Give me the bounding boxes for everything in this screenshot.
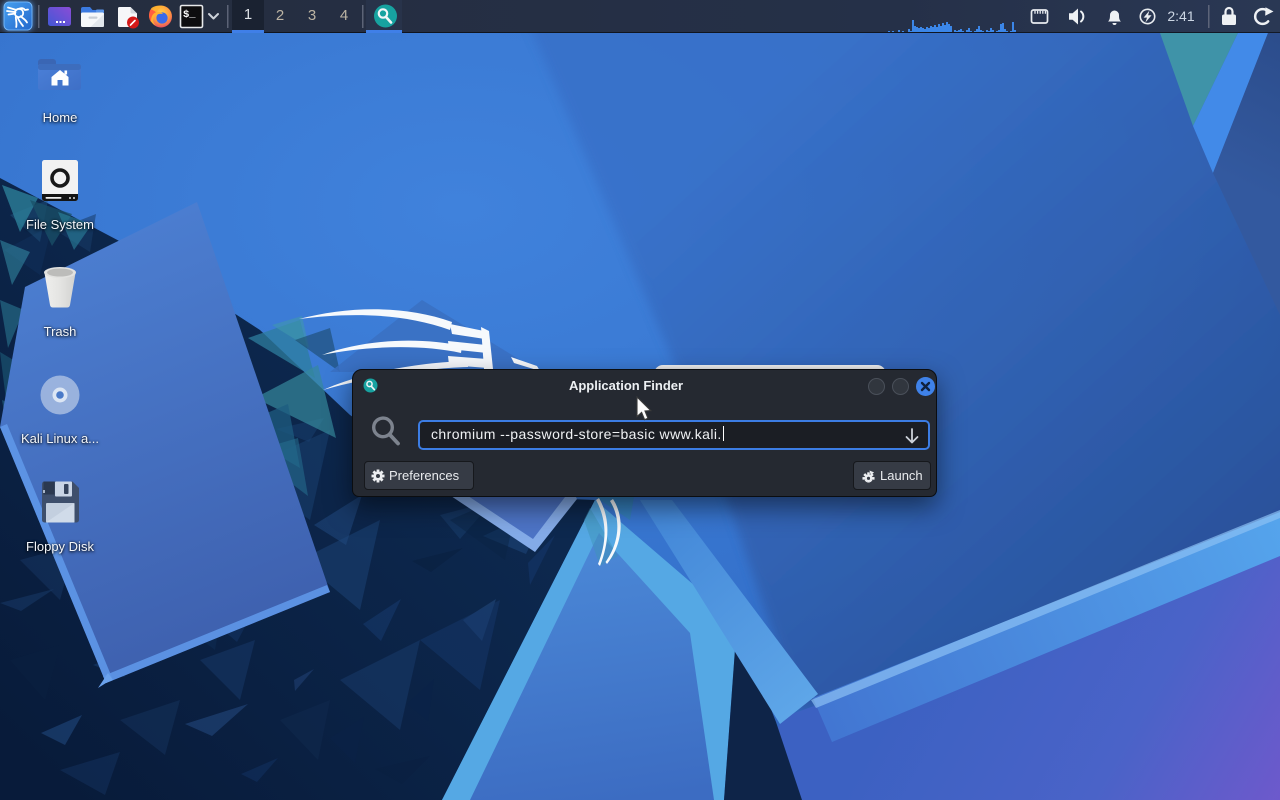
svg-text:$_: $_ [183, 9, 196, 21]
